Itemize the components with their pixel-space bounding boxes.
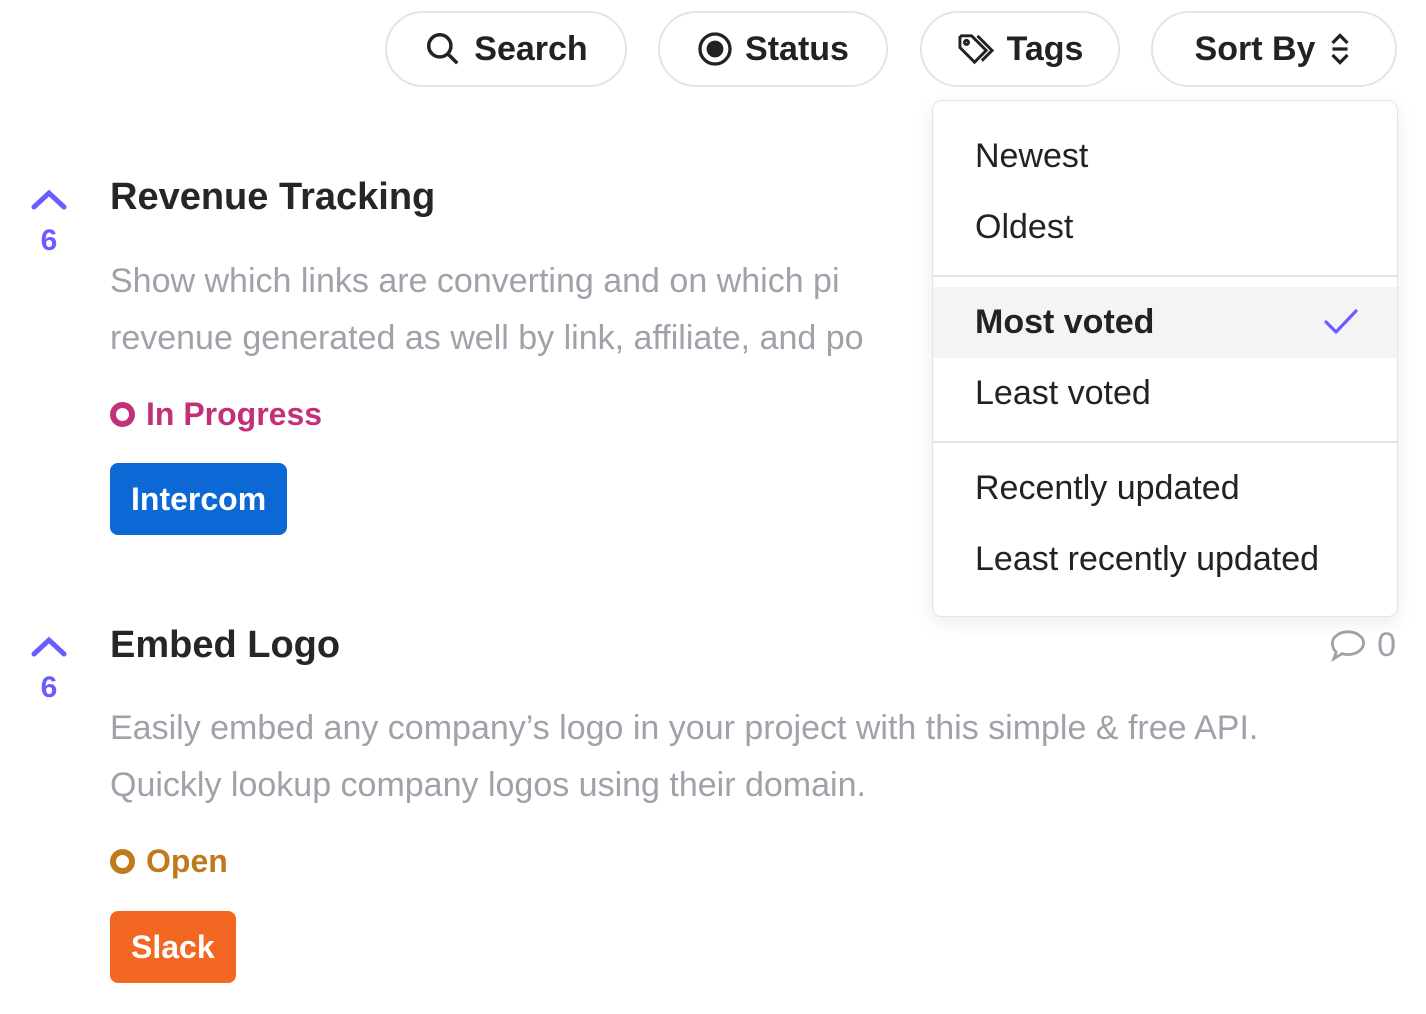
post-title[interactable]: Revenue Tracking [110,176,435,219]
sort-option-oldest[interactable]: Oldest [933,192,1397,263]
sort-option-least-voted[interactable]: Least voted [933,358,1397,429]
tags-filter-button[interactable]: Tags [920,11,1120,87]
checkmark-icon [1324,309,1358,334]
tag-badge[interactable]: Intercom [110,463,288,535]
search-label: Search [474,29,588,68]
vote-count: 6 [40,224,58,257]
comment-count[interactable]: 0 [1329,626,1396,665]
divider [933,441,1397,443]
post-description: Show which links are converting and on w… [110,253,864,367]
status-filter-button[interactable]: Status [658,11,888,87]
sort-icon [1331,33,1350,65]
search-icon [427,33,459,65]
upvote-button[interactable]: 6 [28,633,70,705]
status-ring-icon [110,849,135,874]
comment-count-text: 0 [1377,626,1396,664]
divider [933,275,1397,277]
comment-icon [1331,629,1366,662]
chevron-up-icon [31,189,67,210]
status-icon [698,32,732,66]
tag-icon [958,34,994,65]
sort-option-most-voted[interactable]: Most voted [933,287,1397,358]
sort-option-recently-updated[interactable]: Recently updated [933,453,1397,524]
status-ring-icon [110,402,135,427]
description-line: Quickly lookup company logos using their… [110,766,866,804]
status-badge: In Progress [110,396,322,433]
status-label: Status [745,29,849,68]
status-badge: Open [110,843,228,880]
upvote-button[interactable]: 6 [28,186,70,258]
chevron-up-icon [31,636,67,657]
post-description: Easily embed any company’s logo in your … [110,700,1258,814]
description-line: revenue generated as well by link, affil… [110,319,864,357]
sort-dropdown-menu: Newest Oldest Most voted Least voted Rec… [932,100,1398,617]
sort-option-least-recently-updated[interactable]: Least recently updated [933,524,1397,595]
search-button[interactable]: Search [385,11,627,87]
status-text: In Progress [146,396,323,432]
status-text: Open [146,843,228,879]
tag-badge[interactable]: Slack [110,911,236,983]
sort-label: Sort By [1194,29,1316,68]
tags-label: Tags [1006,29,1084,68]
post-title[interactable]: Embed Logo [110,624,340,667]
sort-option-newest[interactable]: Newest [933,121,1397,192]
description-line: Easily embed any company’s logo in your … [110,709,1259,747]
description-line: Show which links are converting and on w… [110,262,840,300]
sort-by-button[interactable]: Sort By [1151,11,1397,87]
option-label: Most voted [975,303,1155,341]
vote-count: 6 [40,671,58,704]
